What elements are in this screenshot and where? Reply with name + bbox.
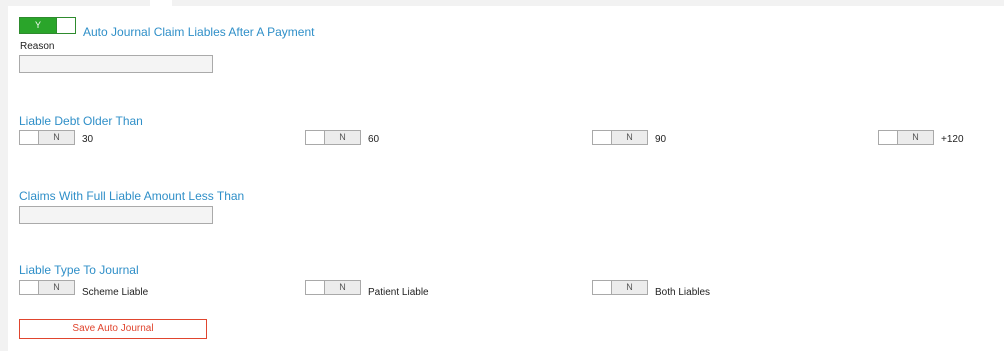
toggle-value: N [325, 131, 360, 144]
patient-liable-toggle[interactable]: N [305, 280, 361, 295]
scheme-liable-label: Scheme Liable [82, 287, 149, 298]
debt-60-label: 60 [368, 134, 380, 145]
debt-30-label: 30 [82, 134, 94, 145]
toggle-knob [306, 281, 325, 294]
debt-older-heading: Liable Debt Older Than [19, 114, 143, 128]
toggle-knob [593, 131, 612, 144]
debt-120-toggle[interactable]: N [878, 130, 934, 145]
scheme-liable-toggle[interactable]: N [19, 280, 75, 295]
toggle-knob [879, 131, 898, 144]
full-liable-heading: Claims With Full Liable Amount Less Than [19, 189, 245, 203]
toggle-knob [593, 281, 612, 294]
auto-journal-label: Auto Journal Claim Liables After A Payme… [83, 25, 315, 39]
full-liable-amount-input[interactable] [19, 206, 213, 224]
toggle-value: N [898, 131, 933, 144]
patient-liable-label: Patient Liable [368, 287, 429, 298]
debt-60-toggle[interactable]: N [305, 130, 361, 145]
auto-journal-toggle[interactable]: Y [19, 17, 76, 34]
save-auto-journal-button[interactable]: Save Auto Journal [19, 319, 207, 339]
toggle-value: N [39, 131, 74, 144]
toggle-knob [56, 18, 75, 33]
panel-tab-notch [150, 0, 172, 7]
debt-30-toggle[interactable]: N [19, 130, 75, 145]
toggle-value: N [612, 131, 647, 144]
toggle-value: N [39, 281, 74, 294]
both-liables-toggle[interactable]: N [592, 280, 648, 295]
reason-label: Reason [20, 41, 55, 52]
toggle-knob [20, 131, 39, 144]
toggle-value: N [325, 281, 360, 294]
toggle-value: Y [20, 18, 56, 33]
debt-120-label: +120 [941, 134, 964, 145]
reason-input[interactable] [19, 55, 213, 73]
both-liables-label: Both Liables [655, 287, 711, 298]
toggle-knob [306, 131, 325, 144]
liable-type-heading: Liable Type To Journal [19, 263, 139, 277]
debt-90-label: 90 [655, 134, 667, 145]
toggle-knob [20, 281, 39, 294]
toggle-value: N [612, 281, 647, 294]
debt-90-toggle[interactable]: N [592, 130, 648, 145]
